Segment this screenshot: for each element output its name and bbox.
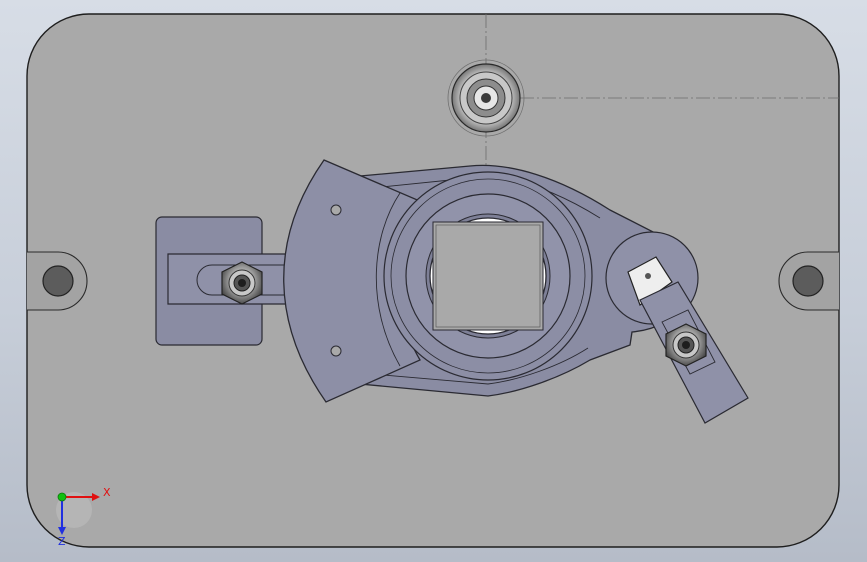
z-axis-label: Z	[58, 535, 66, 548]
central-hub[interactable]	[383, 171, 593, 381]
top-bearing[interactable]	[447, 59, 525, 137]
y-axis-origin	[57, 492, 67, 502]
x-axis-label: X	[103, 486, 111, 499]
left-mounting-slot	[27, 251, 88, 311]
model-canvas[interactable]: X Z	[0, 0, 867, 562]
right-mounting-slot	[778, 251, 839, 311]
cad-viewport[interactable]: X Z	[0, 0, 867, 562]
